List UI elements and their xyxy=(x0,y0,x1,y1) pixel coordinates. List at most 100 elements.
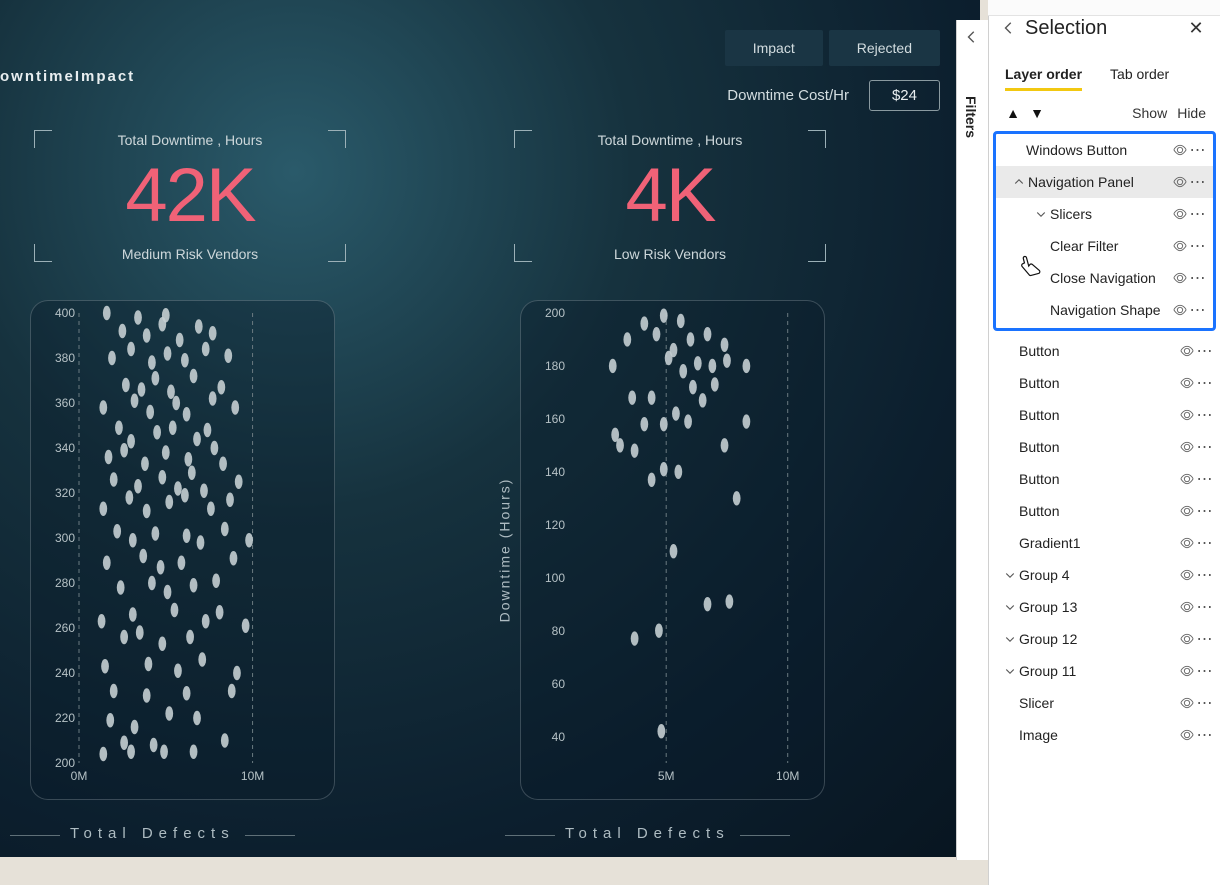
tree-row[interactable]: Group 11⋯ xyxy=(989,655,1220,687)
tree-row[interactable]: Button⋯ xyxy=(989,495,1220,527)
report-title: owntimeImpact xyxy=(0,68,135,85)
chevron-down-icon[interactable] xyxy=(1001,601,1019,613)
cost-row: Downtime Cost/Hr $24 xyxy=(727,80,940,111)
visibility-toggle-icon[interactable] xyxy=(1178,662,1196,680)
tree-row[interactable]: Group 4 ⋯ xyxy=(989,559,1220,591)
scatter1-yticks: 200220240260280300320340360380400 xyxy=(37,313,77,763)
y-tick: 40 xyxy=(552,730,565,744)
move-up-icon[interactable]: ▲ xyxy=(1005,105,1021,121)
hide-all-button[interactable]: Hide xyxy=(1177,105,1206,121)
tree-row[interactable]: Gradient1⋯ xyxy=(989,527,1220,559)
y-tick: 200 xyxy=(545,306,565,320)
chevron-down-icon[interactable] xyxy=(1001,569,1019,581)
more-options-icon[interactable]: ⋯ xyxy=(1196,597,1214,617)
tree-row[interactable]: Group 12⋯ xyxy=(989,623,1220,655)
more-options-icon[interactable]: ⋯ xyxy=(1196,725,1214,745)
visibility-toggle-icon[interactable] xyxy=(1171,173,1189,191)
chevron-up-icon[interactable] xyxy=(1010,176,1028,188)
tree-row[interactable]: Button⋯ xyxy=(989,463,1220,495)
kpi-card-low[interactable]: Total Downtime , Hours 4K Low Risk Vendo… xyxy=(510,130,830,262)
more-options-icon[interactable]: ⋯ xyxy=(1196,565,1214,585)
y-tick: 80 xyxy=(552,624,565,638)
more-options-icon[interactable]: ⋯ xyxy=(1189,268,1207,288)
visibility-toggle-icon[interactable] xyxy=(1178,342,1196,360)
chevron-down-icon[interactable] xyxy=(1032,208,1050,220)
tree-row[interactable]: Navigation Panel⋯ xyxy=(996,166,1213,198)
selection-collapse-icon[interactable] xyxy=(997,16,1021,40)
y-tick: 140 xyxy=(545,465,565,479)
selection-tree: Windows Button⋯Navigation Panel⋯Slicers⋯… xyxy=(989,129,1220,885)
page-tabs: Impact Rejected xyxy=(725,30,940,66)
tree-row[interactable]: Button⋯ xyxy=(989,431,1220,463)
y-tick: 220 xyxy=(55,711,75,725)
more-options-icon[interactable]: ⋯ xyxy=(1196,629,1214,649)
selection-pane: Selection ✕ Layer order Tab order ▲ ▼ Sh… xyxy=(988,0,1220,885)
kpi-card-medium[interactable]: Total Downtime , Hours 42K Medium Risk V… xyxy=(30,130,350,262)
more-options-icon[interactable]: ⋯ xyxy=(1196,405,1214,425)
chevron-down-icon[interactable] xyxy=(1001,633,1019,645)
kpi-top-label: Total Downtime , Hours xyxy=(598,132,743,148)
tab-layer-order[interactable]: Layer order xyxy=(1005,66,1082,91)
tree-row[interactable]: Close Navigation ⋯ xyxy=(996,262,1213,294)
more-options-icon[interactable]: ⋯ xyxy=(1189,172,1207,192)
y-tick: 60 xyxy=(552,677,565,691)
scatter-chart-medium[interactable]: 200220240260280300320340360380400 0M10M xyxy=(30,300,335,800)
tree-row[interactable]: Button⋯ xyxy=(989,367,1220,399)
kpi-top-label: Total Downtime , Hours xyxy=(118,132,263,148)
chevron-down-icon[interactable] xyxy=(1001,665,1019,677)
cost-label: Downtime Cost/Hr xyxy=(727,87,849,104)
more-options-icon[interactable]: ⋯ xyxy=(1196,661,1214,681)
tree-row[interactable]: Clear Filter⋯ xyxy=(996,230,1213,262)
visibility-toggle-icon[interactable] xyxy=(1178,534,1196,552)
visibility-toggle-icon[interactable] xyxy=(1178,502,1196,520)
visibility-toggle-icon[interactable] xyxy=(1178,406,1196,424)
more-options-icon[interactable]: ⋯ xyxy=(1196,373,1214,393)
visibility-toggle-icon[interactable] xyxy=(1178,726,1196,744)
more-options-icon[interactable]: ⋯ xyxy=(1196,693,1214,713)
cost-value-input[interactable]: $24 xyxy=(869,80,940,111)
tree-row[interactable]: Button⋯ xyxy=(989,335,1220,367)
visibility-toggle-icon[interactable] xyxy=(1178,630,1196,648)
more-options-icon[interactable]: ⋯ xyxy=(1189,300,1207,320)
scatter2-xticks: 5M10M xyxy=(569,769,812,789)
more-options-icon[interactable]: ⋯ xyxy=(1189,236,1207,256)
more-options-icon[interactable]: ⋯ xyxy=(1196,341,1214,361)
tree-row[interactable]: Slicer⋯ xyxy=(989,687,1220,719)
more-options-icon[interactable]: ⋯ xyxy=(1189,204,1207,224)
x-tick: 5M xyxy=(658,769,675,783)
visibility-toggle-icon[interactable] xyxy=(1171,205,1189,223)
move-down-icon[interactable]: ▼ xyxy=(1029,105,1045,121)
tree-row[interactable]: Group 13⋯ xyxy=(989,591,1220,623)
visibility-toggle-icon[interactable] xyxy=(1178,566,1196,584)
more-options-icon[interactable]: ⋯ xyxy=(1196,501,1214,521)
tab-rejected[interactable]: Rejected xyxy=(829,30,940,66)
tab-impact[interactable]: Impact xyxy=(725,30,823,66)
tree-item-label: Group 4 xyxy=(1019,567,1178,583)
visibility-toggle-icon[interactable] xyxy=(1178,598,1196,616)
more-options-icon[interactable]: ⋯ xyxy=(1196,533,1214,553)
visibility-toggle-icon[interactable] xyxy=(1178,470,1196,488)
more-options-icon[interactable]: ⋯ xyxy=(1196,469,1214,489)
more-options-icon[interactable]: ⋯ xyxy=(1189,140,1207,160)
tab-tab-order[interactable]: Tab order xyxy=(1110,66,1169,91)
tree-row[interactable]: Image⋯ xyxy=(989,719,1220,751)
y-tick: 160 xyxy=(545,412,565,426)
tree-row[interactable]: Button⋯ xyxy=(989,399,1220,431)
close-icon[interactable]: ✕ xyxy=(1186,18,1206,38)
visibility-toggle-icon[interactable] xyxy=(1178,374,1196,392)
scatter-chart-low[interactable]: 406080100120140160180200 5M10M xyxy=(520,300,825,800)
visibility-toggle-icon[interactable] xyxy=(1171,269,1189,287)
tree-row[interactable]: Navigation Shape⋯ xyxy=(996,294,1213,326)
visibility-toggle-icon[interactable] xyxy=(1171,301,1189,319)
visibility-toggle-icon[interactable] xyxy=(1178,694,1196,712)
show-all-button[interactable]: Show xyxy=(1132,105,1167,121)
visibility-toggle-icon[interactable] xyxy=(1171,237,1189,255)
visibility-toggle-icon[interactable] xyxy=(1171,141,1189,159)
tree-item-label: Close Navigation xyxy=(1050,270,1171,286)
tree-row[interactable]: Slicers⋯ xyxy=(996,198,1213,230)
visibility-toggle-icon[interactable] xyxy=(1178,438,1196,456)
more-options-icon[interactable]: ⋯ xyxy=(1196,437,1214,457)
filters-pane-collapsed[interactable]: Filters xyxy=(956,20,988,860)
tree-row[interactable]: Windows Button⋯ xyxy=(996,134,1213,166)
expand-filters-icon[interactable] xyxy=(963,28,981,46)
